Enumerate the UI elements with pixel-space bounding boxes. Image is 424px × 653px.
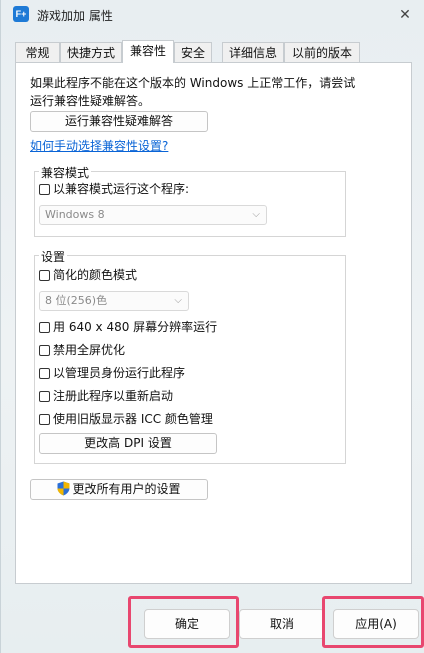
res-640-row[interactable]: 用 640 x 480 屏幕分辨率运行	[39, 319, 217, 335]
color-depth-value: 8 位(256)色	[45, 294, 108, 307]
compatibility-panel: 如果此程序不能在这个版本的 Windows 上正常工作，请尝试 运行兼容性疑难解…	[15, 62, 412, 584]
reduced-color-checkbox[interactable]	[39, 270, 50, 281]
compat-mode-group: 兼容模式 以兼容模式运行这个程序: Windows 8 ⌵	[34, 164, 346, 237]
cancel-button[interactable]: 取消	[239, 609, 325, 639]
legacy-icc-row[interactable]: 使用旧版显示器 ICC 颜色管理	[39, 411, 213, 427]
compat-mode-label: 以兼容模式运行这个程序:	[53, 182, 190, 196]
run-as-admin-checkbox[interactable]	[39, 368, 50, 379]
tab-compatibility[interactable]: 兼容性	[122, 40, 174, 63]
intro-text: 如果此程序不能在这个版本的 Windows 上正常工作，请尝试 运行兼容性疑难解…	[30, 74, 390, 110]
disable-fullscreen-checkbox[interactable]	[39, 345, 50, 356]
close-icon: ✕	[399, 7, 411, 23]
settings-group: 设置 简化的颜色模式 8 位(256)色 ⌵ 用 640 x 480 屏幕分辨率…	[34, 248, 346, 464]
register-restart-label: 注册此程序以重新启动	[53, 389, 174, 403]
app-icon: F+	[13, 6, 29, 22]
window-title: 游戏加加 属性	[37, 9, 113, 23]
compat-mode-row[interactable]: 以兼容模式运行这个程序:	[39, 181, 189, 197]
tab-strip: 常规 快捷方式 兼容性 安全 详细信息 以前的版本	[15, 40, 365, 63]
title-bar: F+ 游戏加加 属性 ✕	[1, 0, 424, 32]
uac-shield-icon	[57, 481, 70, 496]
disable-fullscreen-row[interactable]: 禁用全屏优化	[39, 342, 125, 358]
res-640-label: 用 640 x 480 屏幕分辨率运行	[53, 320, 218, 334]
register-restart-row[interactable]: 注册此程序以重新启动	[39, 388, 173, 404]
res-640-checkbox[interactable]	[39, 322, 50, 333]
legacy-icc-label: 使用旧版显示器 ICC 颜色管理	[53, 412, 213, 426]
color-depth-select[interactable]: 8 位(256)色 ⌵	[39, 291, 189, 311]
run-as-admin-label: 以管理员身份运行此程序	[53, 366, 186, 380]
close-button[interactable]: ✕	[391, 2, 419, 28]
tab-shortcut[interactable]: 快捷方式	[60, 42, 122, 62]
reduced-color-label: 简化的颜色模式	[53, 268, 138, 282]
change-dpi-button[interactable]: 更改高 DPI 设置	[39, 433, 217, 454]
reduced-color-row[interactable]: 简化的颜色模式	[39, 267, 137, 283]
tab-previous-versions[interactable]: 以前的版本	[284, 42, 360, 62]
tab-details[interactable]: 详细信息	[222, 42, 284, 62]
compat-os-value: Windows 8	[45, 208, 105, 221]
chevron-down-icon: ⌵	[174, 295, 182, 306]
compat-mode-group-label: 兼容模式	[39, 164, 92, 181]
manual-settings-link[interactable]: 如何手动选择兼容性设置?	[30, 137, 168, 154]
chevron-down-icon: ⌵	[252, 209, 260, 220]
compat-mode-checkbox[interactable]	[39, 184, 50, 195]
settings-group-label: 设置	[39, 248, 68, 265]
intro-line-1: 如果此程序不能在这个版本的 Windows 上正常工作，请尝试	[30, 76, 356, 90]
change-all-users-button[interactable]: 更改所有用户的设置	[30, 479, 208, 500]
disable-fullscreen-label: 禁用全屏优化	[53, 343, 126, 357]
legacy-icc-checkbox[interactable]	[39, 414, 50, 425]
register-restart-checkbox[interactable]	[39, 391, 50, 402]
ok-button[interactable]: 确定	[144, 609, 230, 639]
intro-line-2: 运行兼容性疑难解答。	[30, 94, 151, 108]
run-as-admin-row[interactable]: 以管理员身份运行此程序	[39, 365, 185, 381]
apply-button[interactable]: 应用(A)	[333, 609, 419, 639]
properties-window: F+ 游戏加加 属性 ✕ 常规 快捷方式 兼容性 安全 详细信息 以前的版本 如…	[0, 0, 424, 653]
change-all-users-label: 更改所有用户的设置	[72, 482, 181, 496]
compat-os-select[interactable]: Windows 8 ⌵	[39, 205, 267, 225]
tab-general[interactable]: 常规	[15, 42, 60, 62]
troubleshoot-button[interactable]: 运行兼容性疑难解答	[30, 111, 208, 132]
tab-security[interactable]: 安全	[174, 42, 212, 62]
